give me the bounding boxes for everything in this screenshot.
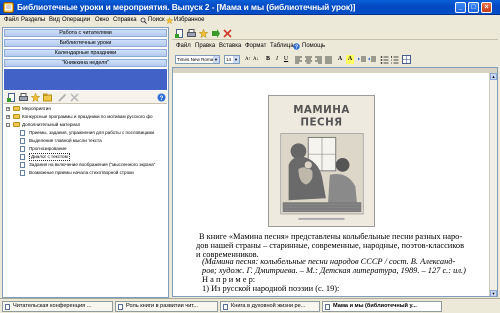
document-icon [20,170,25,176]
document-lower-text: (Мамина песня: колыбельные песни народов… [172,40,490,298]
doc-tab-active[interactable]: Мама и мы (библиотечный у... [322,301,442,312]
document-icon [20,162,25,168]
tree-item-label: Диалог с текстом [29,153,70,161]
document-icon [20,146,25,152]
expand-toggle[interactable]: + [6,115,10,119]
tree-item-label: Прогнозирование [29,146,67,151]
add-favorite-icon[interactable] [31,93,40,102]
menu-favorites[interactable]: Избранное [174,17,204,23]
maximize-button[interactable]: □ [468,2,479,13]
document-tabs: Читательская конференция ... Роль книги … [0,298,500,313]
new-document-icon[interactable] [175,29,184,38]
window-title: Библиотечные уроки и мероприятия. Выпуск… [17,2,356,12]
open-folder-icon [13,122,20,127]
tree-toolbar: ? [4,91,167,104]
minimize-button[interactable]: _ [455,2,466,13]
document-icon [5,304,10,310]
menu-help[interactable]: Справка [113,17,137,23]
menu-view[interactable]: Вид [49,17,60,23]
caption-line: ров; худож. Г. Дмитриева. – М.: Детская … [202,266,466,275]
collapse-toggle[interactable]: - [6,123,10,127]
star-icon[interactable] [199,29,208,38]
doc-tab[interactable]: Роль книги в развитии чит... [115,301,218,312]
document-icon [20,154,25,160]
list-item: 1) Из русской народной поэзии (с. 19): [202,284,340,293]
tree-item-label: Выделение главной мысли текста [29,138,102,143]
tree-item-label: Дополнительный материал [22,122,81,127]
doc-tab-label: Роль книги в развитии чит... [126,303,198,309]
menu-file[interactable]: Файл [4,17,19,23]
vertical-scrollbar[interactable]: ▲ ▼ [489,73,497,296]
main-menubar: Файл Разделы Вид Операции Окно Справка П… [0,15,500,26]
title-bar: Библиотечные уроки и мероприятия. Выпуск… [0,0,500,15]
star-icon [166,17,173,24]
document-icon [20,138,25,144]
menu-search[interactable]: Поиск [148,17,165,23]
folder-icon [13,106,20,111]
document-icon [325,304,330,310]
print-icon[interactable] [187,29,196,38]
search-icon [140,17,147,24]
folder-icon [13,114,20,119]
tree-item-label: Приемы, задания, упражнения для работы с… [29,130,155,135]
tree-item-label: Конкурсные программы и праздники по моти… [22,114,153,119]
svg-text:?: ? [160,96,164,102]
doc-tab[interactable]: Книга в духовной жизни ре... [220,301,320,312]
arrow-green-icon[interactable] [211,29,220,38]
nav-button-book-week[interactable]: "Книжкина неделя" [4,59,167,67]
doc-tab-label: Читательская конференция ... [13,303,92,309]
cancel-icon[interactable] [223,29,232,38]
doc-tab[interactable]: Читательская конференция ... [2,301,113,312]
nav-button-library-lessons[interactable]: Библиотечные уроки [4,39,167,47]
open-folder-icon[interactable] [43,93,52,102]
caption-line: (Мамина песня: колыбельные песни народов… [202,257,456,266]
delete-icon[interactable] [70,93,79,102]
scroll-up-icon[interactable]: ▲ [490,73,497,80]
nav-panel [4,69,167,90]
menu-sections[interactable]: Разделы [21,17,45,23]
app-icon [3,2,14,13]
close-button[interactable]: × [481,2,492,13]
menu-operations[interactable]: Операции [62,17,90,23]
example-heading: Н а п р и м е р: [202,275,256,284]
help-icon[interactable]: ? [157,93,166,102]
edit-icon[interactable] [58,93,67,102]
new-document-icon[interactable] [7,93,16,102]
tree-item-label: Возможные приемы начала стихотворной стр… [29,170,134,175]
expand-toggle[interactable]: + [6,107,10,111]
nav-button-readers[interactable]: Работа с читателями [4,29,167,37]
doc-tab-label: Мама и мы (библиотечный у... [333,303,417,309]
navigation-pane: Работа с читателями Библиотечные уроки К… [2,27,169,298]
document-icon [20,130,25,136]
topic-tree: + Мероприятия + Конкурсные программы и п… [4,105,167,297]
document-icon [223,304,228,310]
tree-item-label: Мероприятия [22,106,51,111]
doc-tab-label: Книга в духовной жизни ре... [231,303,306,309]
print-icon[interactable] [19,93,28,102]
scroll-down-icon[interactable]: ▼ [490,290,497,296]
editor-toolbar [172,28,498,40]
nav-button-calendar-holidays[interactable]: Календарные праздники [4,49,167,57]
menu-window[interactable]: Окно [95,17,109,23]
tree-item-label: Задания на включение воображения ("мысле… [29,162,156,167]
document-icon [118,304,123,310]
